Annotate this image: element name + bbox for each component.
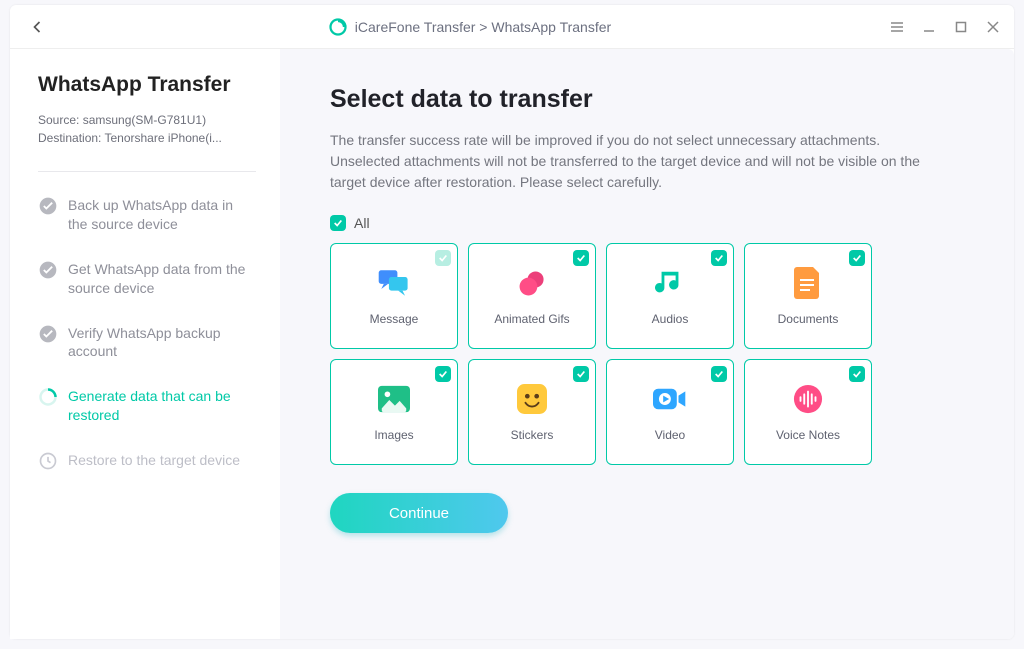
title-center: iCareFone Transfer > WhatsApp Transfer [52,18,888,36]
check-icon [576,253,586,263]
card-label: Documents [778,312,839,326]
card-checkbox[interactable] [435,250,451,266]
step-label: Restore to the target device [68,451,240,470]
card-label: Video [655,428,685,442]
card-label: Stickers [511,428,554,442]
arrow-left-icon [27,17,47,37]
device-meta: Source: samsung(SM-G781U1) Destination: … [38,111,256,147]
step-item: Verify WhatsApp backup account [38,324,256,362]
image-icon [377,382,411,416]
step-item: Get WhatsApp data from the source device [38,260,256,298]
page-title: WhatsApp Transfer [38,73,256,97]
step-item: Back up WhatsApp data in the source devi… [38,196,256,234]
app-logo-icon [329,18,347,36]
card-label: Voice Notes [776,428,840,442]
check-icon [333,218,343,228]
main-description: The transfer success rate will be improv… [330,130,950,193]
step-item: Restore to the target device [38,451,256,471]
titlebar: iCareFone Transfer > WhatsApp Transfer [10,5,1014,49]
card-checkbox[interactable] [849,250,865,266]
check-icon [438,253,448,263]
close-button[interactable] [984,21,1002,33]
card-checkbox[interactable] [711,250,727,266]
step-label: Get WhatsApp data from the source device [68,260,256,298]
step-label: Verify WhatsApp backup account [68,324,256,362]
data-card-message[interactable]: Message [330,243,458,349]
step-label: Back up WhatsApp data in the source devi… [68,196,256,234]
step-status-icon [38,324,58,344]
step-item: Generate data that can be restored [38,387,256,425]
main-pane: Select data to transfer The transfer suc… [280,49,1014,639]
check-icon [852,369,862,379]
step-status-icon [38,451,58,471]
card-checkbox[interactable] [849,366,865,382]
step-status-icon [38,260,58,280]
select-all-row[interactable]: All [330,215,964,231]
window-title: iCareFone Transfer > WhatsApp Transfer [355,19,611,35]
select-all-label: All [354,215,370,231]
document-icon [791,266,825,300]
window-controls [888,21,1002,33]
data-card-document[interactable]: Documents [744,243,872,349]
maximize-button[interactable] [952,21,970,33]
video-icon [653,382,687,416]
card-label: Images [374,428,413,442]
data-card-image[interactable]: Images [330,359,458,465]
select-all-checkbox[interactable] [330,215,346,231]
continue-button[interactable]: Continue [330,493,508,533]
main-heading: Select data to transfer [330,85,964,114]
check-icon [714,253,724,263]
check-icon [714,369,724,379]
card-label: Audios [652,312,689,326]
data-card-gif[interactable]: Animated Gifs [468,243,596,349]
step-status-icon [38,387,58,407]
gif-icon [515,266,549,300]
card-checkbox[interactable] [435,366,451,382]
sidebar: WhatsApp Transfer Source: samsung(SM-G78… [10,49,280,639]
data-card-audio[interactable]: Audios [606,243,734,349]
message-icon [377,266,411,300]
minimize-button[interactable] [920,21,938,33]
audio-icon [653,266,687,300]
data-card-video[interactable]: Video [606,359,734,465]
destination-line: Destination: Tenorshare iPhone(i... [38,129,256,147]
step-status-icon [38,196,58,216]
source-line: Source: samsung(SM-G781U1) [38,111,256,129]
card-checkbox[interactable] [573,366,589,382]
check-icon [438,369,448,379]
divider [38,171,256,172]
steps-list: Back up WhatsApp data in the source devi… [38,196,256,471]
card-checkbox[interactable] [711,366,727,382]
data-type-grid: Message Animated Gifs Audios Documents Image… [330,243,964,465]
check-icon [576,369,586,379]
card-label: Message [370,312,419,326]
check-icon [852,253,862,263]
voice-icon [791,382,825,416]
sticker-icon [515,382,549,416]
menu-button[interactable] [888,21,906,33]
data-card-voice[interactable]: Voice Notes [744,359,872,465]
step-label: Generate data that can be restored [68,387,256,425]
card-label: Animated Gifs [494,312,569,326]
card-checkbox[interactable] [573,250,589,266]
back-button[interactable] [22,12,52,42]
data-card-sticker[interactable]: Stickers [468,359,596,465]
